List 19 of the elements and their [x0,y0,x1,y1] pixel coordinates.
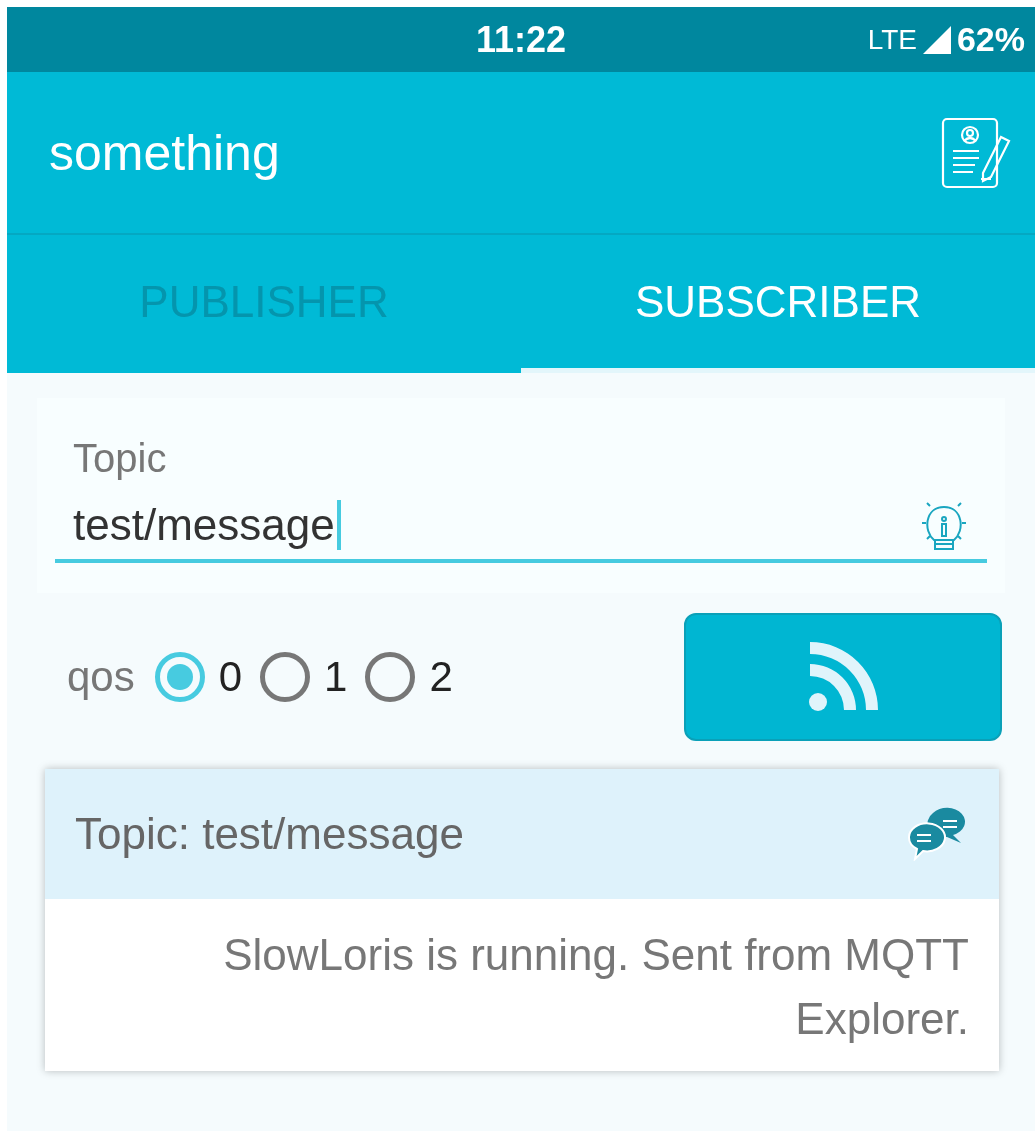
field-label: Topic [73,436,167,481]
topic-input-field[interactable]: test/message [55,487,987,563]
signal-icon [922,25,951,54]
network-type: LTE [867,23,917,56]
message-text: SlowLoris is running. Sent from MQTT Explorer. [222,929,970,1045]
clock-time: 11:22 [475,18,567,61]
radio-label[interactable]: 2 [429,653,453,701]
radio-label[interactable]: 1 [324,653,348,701]
radio-button[interactable] [365,652,416,702]
app-title: something [49,123,280,182]
battery-level: 62% [956,20,1025,59]
radio-label[interactable]: 0 [218,653,243,701]
subscribe-button[interactable] [684,613,1002,741]
qos-label: qos [67,653,135,701]
message-topic: Topic: test/message [75,809,464,859]
radio-button[interactable] [260,652,311,702]
rss-feed-icon [808,642,878,712]
radio-button[interactable] [154,652,205,702]
document-pencil-icon[interactable] [941,116,1013,189]
